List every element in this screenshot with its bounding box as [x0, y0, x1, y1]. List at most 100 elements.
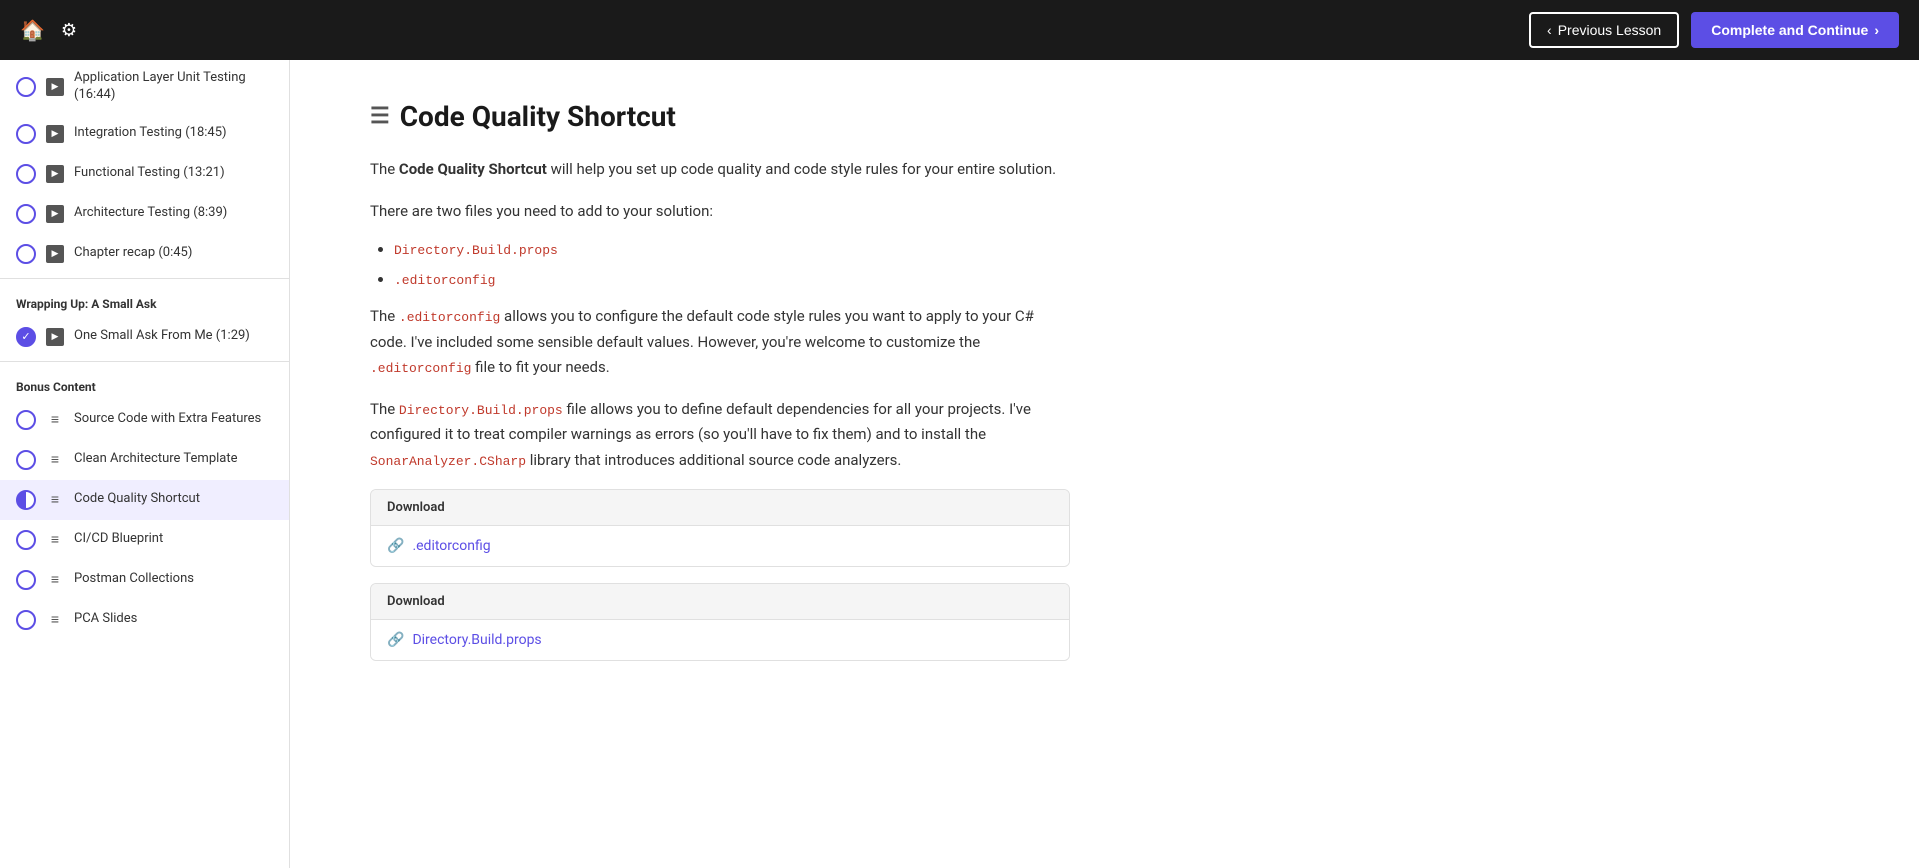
- sidebar-item-label: Integration Testing (18:45): [74, 125, 227, 142]
- text-doc-icon: ≡: [46, 451, 64, 469]
- sidebar-item-label: Functional Testing (13:21): [74, 165, 225, 182]
- para1-bold: Code Quality Shortcut: [399, 160, 547, 178]
- sidebar-divider: [0, 361, 289, 362]
- top-navigation: 🏠 ⚙ ‹ Previous Lesson Complete and Conti…: [0, 0, 1919, 60]
- sidebar-section-bonus: Bonus Content ≡ Source Code with Extra F…: [0, 366, 289, 640]
- download-box-body: 🔗 Directory.Build.props: [371, 620, 1069, 660]
- text-doc-icon: ≡: [46, 611, 64, 629]
- home-button[interactable]: 🏠: [20, 18, 45, 43]
- previous-lesson-button[interactable]: ‹ Previous Lesson: [1529, 12, 1679, 48]
- download-box-editorconfig: Download 🔗 .editorconfig: [370, 489, 1070, 567]
- status-icon-incomplete: [16, 450, 36, 470]
- sidebar-item-ci-cd-blueprint[interactable]: ≡ CI/CD Blueprint: [0, 520, 289, 560]
- sidebar-item-code-quality-shortcut[interactable]: ≡ Code Quality Shortcut: [0, 480, 289, 520]
- download-link-directory-build-props[interactable]: Directory.Build.props: [412, 632, 541, 648]
- sonar-analyzer-inline-code: SonarAnalyzer.CSharp: [370, 454, 526, 469]
- text-doc-icon: ≡: [46, 411, 64, 429]
- text-doc-icon: ≡: [46, 531, 64, 549]
- sidebar-item-architecture-testing[interactable]: ▶ Architecture Testing (8:39): [0, 194, 289, 234]
- menu-lines-icon: ☰: [370, 104, 390, 129]
- para1-suffix: will help you set up code quality and co…: [547, 160, 1056, 178]
- status-icon-half: [16, 490, 36, 510]
- sidebar-item-postman-collections[interactable]: ≡ Postman Collections: [0, 560, 289, 600]
- link-icon: 🔗: [387, 632, 404, 648]
- download-link-editorconfig[interactable]: .editorconfig: [412, 538, 490, 554]
- link-icon: 🔗: [387, 538, 404, 554]
- video-icon: ▶: [46, 328, 64, 346]
- sidebar-item-chapter-recap[interactable]: ▶ Chapter recap (0:45): [0, 234, 289, 274]
- main-content: ☰ Code Quality Shortcut The Code Quality…: [290, 60, 1919, 868]
- complete-continue-label: Complete and Continue: [1711, 22, 1868, 38]
- sidebar-item-label: Clean Architecture Template: [74, 451, 238, 468]
- sidebar-item-label: Postman Collections: [74, 571, 194, 588]
- video-icon: ▶: [46, 205, 64, 223]
- status-icon-incomplete: [16, 570, 36, 590]
- sidebar-item-label: Source Code with Extra Features: [74, 411, 261, 428]
- complete-continue-button[interactable]: Complete and Continue ›: [1691, 12, 1899, 48]
- status-icon-incomplete: [16, 204, 36, 224]
- directory-build-props-para: The Directory.Build.props file allows yo…: [370, 397, 1070, 474]
- sidebar-divider: [0, 278, 289, 279]
- status-icon-incomplete: [16, 164, 36, 184]
- lesson-title: ☰ Code Quality Shortcut: [370, 100, 1839, 133]
- directory-build-props-inline-code: Directory.Build.props: [399, 403, 563, 418]
- sidebar-item-label: Architecture Testing (8:39): [74, 205, 227, 222]
- video-icon: ▶: [46, 245, 64, 263]
- nav-left: 🏠 ⚙: [20, 18, 77, 43]
- main-layout: ▶ Application Layer Unit Testing (16:44)…: [0, 60, 1919, 868]
- download-box-body: 🔗 .editorconfig: [371, 526, 1069, 566]
- intro-paragraph: The Code Quality Shortcut will help you …: [370, 157, 1070, 183]
- text-doc-icon: ≡: [46, 491, 64, 509]
- sidebar-item-label: CI/CD Blueprint: [74, 531, 163, 548]
- text-doc-icon: ≡: [46, 571, 64, 589]
- status-icon-completed: ✓: [16, 327, 36, 347]
- video-icon: ▶: [46, 125, 64, 143]
- para2-text: There are two files you need to add to y…: [370, 202, 713, 220]
- editorconfig-inline-code2: .editorconfig: [370, 361, 471, 376]
- sidebar-section-wrapping-up: Wrapping Up: A Small Ask ✓ ▶ One Small A…: [0, 283, 289, 357]
- chevron-left-icon: ‹: [1547, 22, 1552, 38]
- directory-build-props-code: Directory.Build.props: [394, 243, 558, 258]
- sidebar-section-videos: ▶ Application Layer Unit Testing (16:44)…: [0, 60, 289, 274]
- sidebar-item-integration-testing[interactable]: ▶ Integration Testing (18:45): [0, 114, 289, 154]
- status-icon-incomplete: [16, 610, 36, 630]
- sidebar-item-app-unit-testing[interactable]: ▶ Application Layer Unit Testing (16:44): [0, 60, 289, 114]
- sidebar-item-one-small-ask[interactable]: ✓ ▶ One Small Ask From Me (1:29): [0, 317, 289, 357]
- download-box-header: Download: [371, 584, 1069, 620]
- para4-prefix: The: [370, 400, 399, 418]
- status-icon-incomplete: [16, 244, 36, 264]
- settings-button[interactable]: ⚙: [61, 20, 77, 41]
- sidebar-item-label: Application Layer Unit Testing (16:44): [74, 70, 273, 104]
- para3-prefix: The: [370, 307, 399, 325]
- previous-lesson-label: Previous Lesson: [1558, 22, 1662, 38]
- sidebar-item-source-code-extra[interactable]: ≡ Source Code with Extra Features: [0, 400, 289, 440]
- para4-suffix2: library that introduces additional sourc…: [526, 451, 901, 469]
- status-icon-incomplete: [16, 77, 36, 97]
- sidebar-item-functional-testing[interactable]: ▶ Functional Testing (13:21): [0, 154, 289, 194]
- editorconfig-inline-code: .editorconfig: [399, 310, 500, 325]
- download-box-header: Download: [371, 490, 1069, 526]
- sidebar: ▶ Application Layer Unit Testing (16:44)…: [0, 60, 290, 868]
- status-icon-incomplete: [16, 530, 36, 550]
- status-icon-incomplete: [16, 410, 36, 430]
- editorconfig-code: .editorconfig: [394, 273, 495, 288]
- lesson-title-text: Code Quality Shortcut: [400, 100, 676, 133]
- para1-prefix: The: [370, 160, 399, 178]
- sidebar-item-label: Chapter recap (0:45): [74, 245, 192, 262]
- sidebar-item-label: Code Quality Shortcut: [74, 491, 200, 508]
- chevron-right-icon: ›: [1874, 22, 1879, 38]
- video-icon: ▶: [46, 78, 64, 96]
- sidebar-item-label: One Small Ask From Me (1:29): [74, 328, 250, 345]
- list-item-editorconfig: .editorconfig: [394, 270, 1094, 288]
- status-icon-incomplete: [16, 124, 36, 144]
- download-box-directory-build-props: Download 🔗 Directory.Build.props: [370, 583, 1070, 661]
- files-intro-paragraph: There are two files you need to add to y…: [370, 199, 1070, 225]
- nav-right: ‹ Previous Lesson Complete and Continue …: [1529, 12, 1899, 48]
- files-list: Directory.Build.props .editorconfig: [394, 240, 1094, 288]
- para3-suffix2: file to fit your needs.: [471, 358, 609, 376]
- section-label-bonus: Bonus Content: [0, 366, 289, 400]
- sidebar-item-clean-architecture-template[interactable]: ≡ Clean Architecture Template: [0, 440, 289, 480]
- video-icon: ▶: [46, 165, 64, 183]
- sidebar-item-pca-slides[interactable]: ≡ PCA Slides: [0, 600, 289, 640]
- section-label-wrapping-up: Wrapping Up: A Small Ask: [0, 283, 289, 317]
